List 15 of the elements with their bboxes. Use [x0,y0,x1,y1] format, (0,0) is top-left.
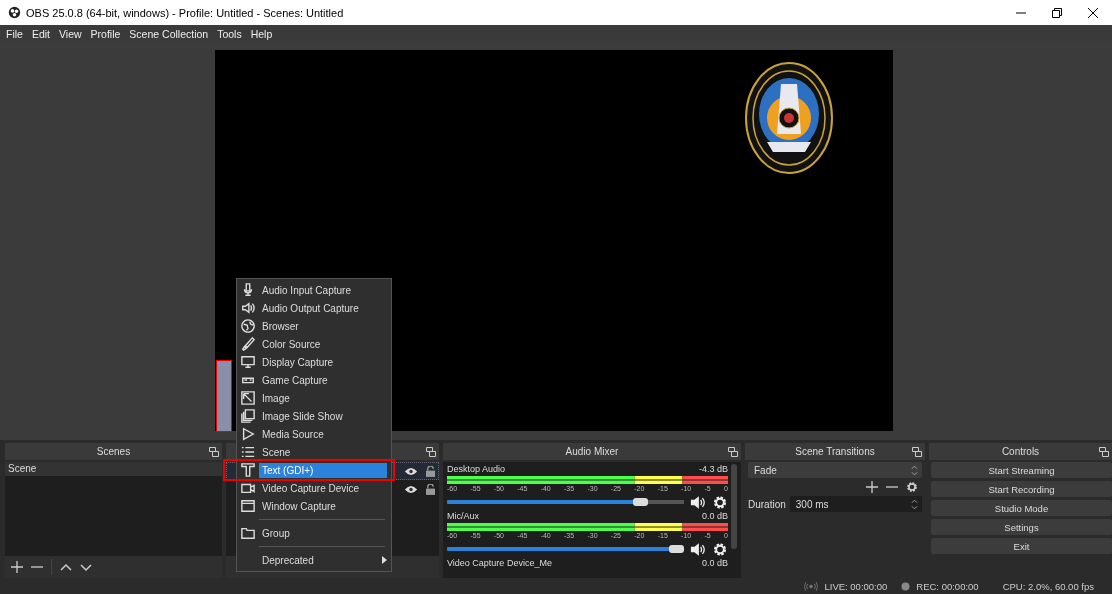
dock-title: Audio Mixer [565,446,619,457]
dock-title: Scene Transitions [795,446,875,457]
cpu-status: CPU: 2.0%, 60.00 fps [1002,580,1094,592]
channel-name: Mic/Aux [447,511,479,522]
channel-reading: 0.0 dB [701,511,728,522]
dock-title: Controls [1001,446,1040,457]
rec-timer: REC: 00:00:00 [916,580,979,592]
channel-name: Video Capture Device_Me [447,558,552,569]
window-title: OBS 25.0.8 (64-bit, windows) - Profile: Untitled - Scenes: Untitled [26,6,344,19]
duration-label: Duration [748,498,786,510]
dock-title: Scenes [96,446,131,457]
channel-reading: -4.3 dB [698,464,728,475]
live-timer: LIVE: 00:00:00 [824,580,888,592]
channel-name: Desktop Audio [447,464,506,475]
channel-reading: 0.0 dB [701,558,728,569]
